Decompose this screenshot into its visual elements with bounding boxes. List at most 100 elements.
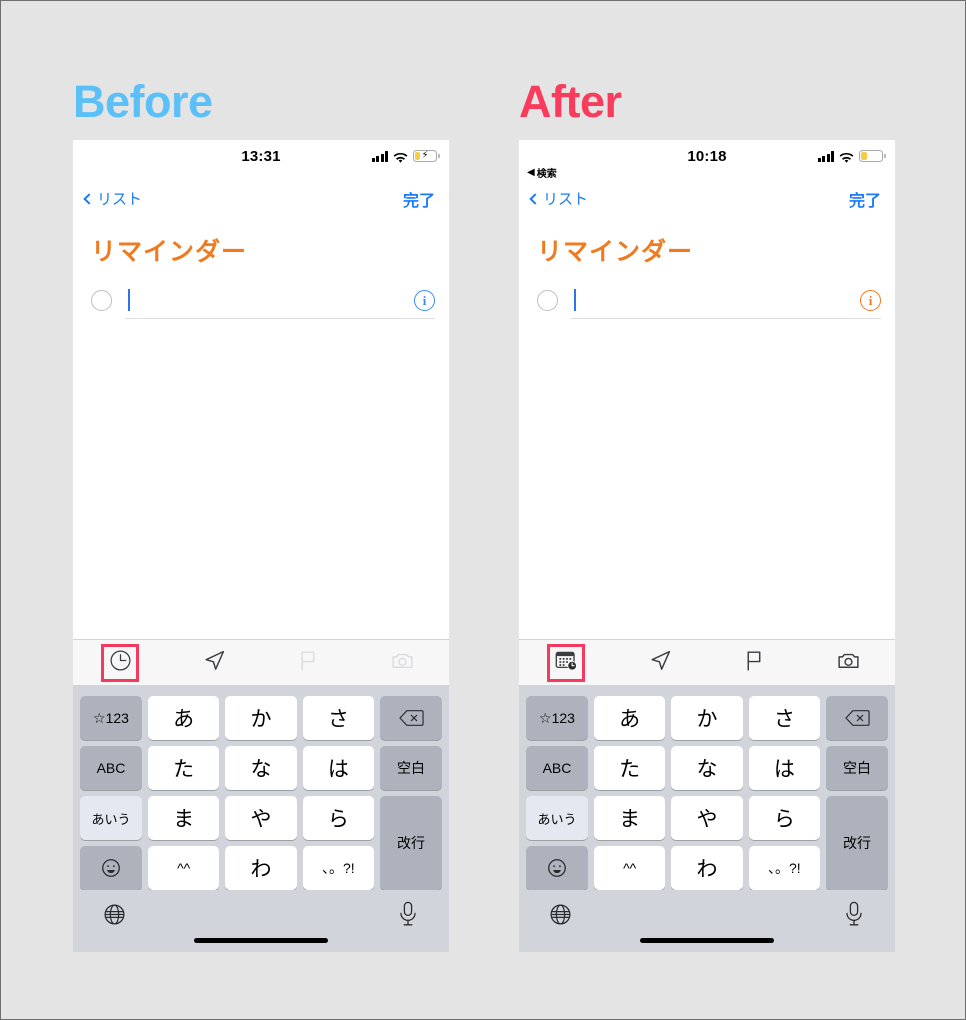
status-bar: 13:31 ⚡ (73, 140, 449, 182)
key-abc[interactable]: ABC (526, 746, 588, 790)
signal-bars-icon (817, 150, 834, 162)
key-space[interactable]: 空白 (826, 746, 888, 790)
camera-icon (836, 648, 861, 678)
key-ka[interactable]: か (671, 696, 743, 740)
accessory-item-camera[interactable] (801, 640, 895, 685)
task-list-empty-area (519, 318, 895, 639)
accessory-item-flag (261, 640, 355, 685)
key-emoji[interactable] (526, 846, 588, 890)
key-symbols[interactable]: ☆123 (80, 696, 142, 740)
list-title: リマインダー (537, 238, 694, 266)
signal-bars-icon (371, 150, 388, 162)
key-wa[interactable]: わ (225, 846, 297, 890)
text-caret (128, 289, 131, 311)
key-space[interactable]: 空白 (380, 746, 442, 790)
task-row-divider (125, 318, 435, 319)
key-punct[interactable]: 、。?! (748, 846, 820, 890)
keyboard-bottom-bar (76, 890, 446, 952)
key-ya[interactable]: や (671, 796, 743, 840)
back-to-list-button[interactable]: リスト (83, 188, 143, 209)
chevron-left-icon (83, 192, 95, 205)
key-ta[interactable]: た (148, 746, 220, 790)
key-ha[interactable]: は (748, 746, 820, 790)
highlight-box (101, 643, 139, 682)
key-punct[interactable]: 、。?! (302, 846, 374, 890)
key-wa[interactable]: わ (671, 846, 743, 890)
accessory-item-location[interactable] (613, 640, 707, 685)
done-button[interactable]: 完了 (849, 187, 881, 211)
microphone-icon[interactable] (396, 900, 420, 933)
key-delete[interactable] (380, 696, 442, 740)
highlight-box (547, 643, 585, 682)
battery-icon: ⚡ (413, 150, 440, 162)
task-checkbox[interactable] (537, 289, 558, 311)
globe-icon[interactable] (102, 902, 127, 932)
done-button[interactable]: 完了 (403, 187, 435, 211)
accessory-toolbar (519, 639, 895, 685)
key-ta[interactable]: た (594, 746, 666, 790)
back-triangle-icon: ◀ (527, 167, 535, 178)
accessory-item-calendar-clock[interactable] (519, 640, 613, 685)
key-delete[interactable] (826, 696, 888, 740)
key-kana[interactable]: あいう (526, 796, 588, 840)
status-bar: 10:18 ◀ 検索 (519, 140, 895, 182)
accessory-item-location[interactable] (167, 640, 261, 685)
key-a[interactable]: あ (148, 696, 220, 740)
keyboard-grid: ☆123 あ か さ ABC た な は 空白 あいう ま や ら 改行 ^^ … (76, 690, 446, 890)
status-back-to-app[interactable]: ◀ 検索 (527, 165, 557, 180)
key-a[interactable]: あ (594, 696, 666, 740)
accessory-item-camera (355, 640, 449, 685)
key-ma[interactable]: ま (148, 796, 220, 840)
chevron-left-icon (529, 192, 541, 205)
keyboard-grid: ☆123 あ か さ ABC た な は 空白 あいう ま や ら 改行 ^^ … (522, 690, 892, 890)
key-na[interactable]: な (225, 746, 297, 790)
key-enter[interactable]: 改行 (380, 796, 442, 890)
key-symbols[interactable]: ☆123 (526, 696, 588, 740)
battery-icon (859, 150, 886, 162)
key-kaomoji[interactable]: ^^ (594, 846, 666, 890)
accessory-toolbar (73, 639, 449, 685)
task-row[interactable]: i (519, 282, 895, 319)
nav-bar: リスト 完了 (519, 182, 895, 220)
charging-bolt-icon: ⚡ (421, 150, 429, 161)
home-indicator (194, 938, 328, 943)
microphone-icon[interactable] (842, 900, 866, 933)
accessory-item-clock[interactable] (73, 640, 167, 685)
back-label: リスト (543, 191, 589, 208)
wifi-icon (839, 151, 854, 163)
key-emoji[interactable] (80, 846, 142, 890)
panel-title-after: After (519, 76, 622, 127)
info-icon[interactable]: i (860, 289, 881, 311)
wifi-icon (393, 151, 408, 163)
location-arrow-icon (648, 648, 673, 678)
home-indicator (640, 938, 774, 943)
key-sa[interactable]: さ (748, 696, 820, 740)
info-icon[interactable]: i (414, 289, 435, 311)
status-indicators (817, 150, 886, 163)
key-abc[interactable]: ABC (80, 746, 142, 790)
task-checkbox[interactable] (91, 289, 112, 311)
key-kana[interactable]: あいう (80, 796, 142, 840)
key-ra[interactable]: ら (748, 796, 820, 840)
key-ma[interactable]: ま (594, 796, 666, 840)
key-ra[interactable]: ら (302, 796, 374, 840)
flag-icon (742, 648, 767, 678)
keyboard: ☆123 あ か さ ABC た な は 空白 あいう ま や ら 改行 ^^ … (519, 685, 895, 952)
list-title: リマインダー (91, 238, 248, 266)
accessory-item-flag[interactable] (707, 640, 801, 685)
key-enter[interactable]: 改行 (826, 796, 888, 890)
location-arrow-icon (202, 648, 227, 678)
key-ya[interactable]: や (225, 796, 297, 840)
keyboard-bottom-bar (522, 890, 892, 952)
task-row[interactable]: i (73, 282, 449, 319)
panel-title-before: Before (73, 76, 213, 127)
key-sa[interactable]: さ (302, 696, 374, 740)
key-ka[interactable]: か (225, 696, 297, 740)
key-ha[interactable]: は (302, 746, 374, 790)
globe-icon[interactable] (548, 902, 573, 932)
back-to-list-button[interactable]: リスト (529, 188, 589, 209)
key-na[interactable]: な (671, 746, 743, 790)
key-kaomoji[interactable]: ^^ (148, 846, 220, 890)
phone-screen-before: 13:31 ⚡ リスト 完了 リマインダー i ☆123 あ か さ ABC た… (73, 140, 449, 952)
back-label: リスト (97, 191, 143, 208)
